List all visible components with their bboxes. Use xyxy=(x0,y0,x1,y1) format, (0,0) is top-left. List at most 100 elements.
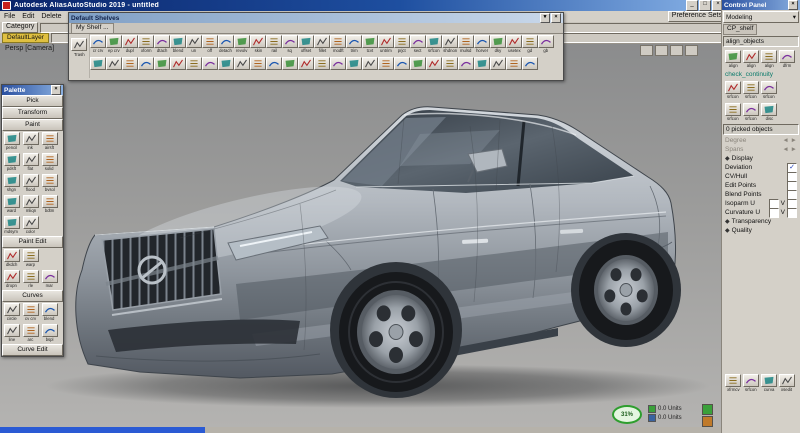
shelf-tool-modft[interactable]: modft xyxy=(330,34,346,56)
palette-section-paint-edit[interactable]: Paint Edit xyxy=(2,236,63,248)
shelf2-tool-21[interactable] xyxy=(346,56,362,78)
shelf-tool-revolv[interactable]: revolv xyxy=(234,34,250,56)
shelf-tool-blend[interactable]: blend xyxy=(170,34,186,56)
palette-tool-color[interactable]: color xyxy=(21,215,40,236)
palette-tool-mar[interactable]: mar xyxy=(40,269,59,290)
shelf-tool-dky[interactable]: dky xyxy=(490,34,506,56)
cp-tool-dfrm[interactable]: dfrm xyxy=(778,49,796,69)
shelf2-tool-17[interactable] xyxy=(282,56,298,78)
palette-tool-mdsym[interactable]: mdsym xyxy=(2,215,21,236)
tab-my-shelf[interactable]: My Shelf ... xyxy=(71,23,114,33)
shelf-tool-trim[interactable]: trim xyxy=(346,34,362,56)
palette-tool-line[interactable]: line xyxy=(2,323,21,344)
shelf-tool-offset[interactable]: offset xyxy=(298,34,314,56)
maximize-button[interactable]: □ xyxy=(699,0,711,11)
shelf-tool-dtach[interactable]: dtach xyxy=(154,34,170,56)
menu-file[interactable]: File xyxy=(4,13,15,20)
shelf2-tool-30[interactable] xyxy=(490,56,506,78)
layout-icon[interactable] xyxy=(685,45,698,56)
shelf2-tool-12[interactable] xyxy=(202,56,218,78)
cp-tool-srfcon[interactable]: srfcon xyxy=(742,102,760,122)
shelf-tool-dupl[interactable]: dupl xyxy=(122,34,138,56)
grid-icon[interactable] xyxy=(670,45,683,56)
object-icon[interactable] xyxy=(702,416,713,427)
palette-tool-solid[interactable]: solid xyxy=(40,152,59,173)
palette-tool-mliqn[interactable]: mliqn xyxy=(21,194,40,215)
spans-stepper[interactable]: ◄ ► xyxy=(782,146,797,153)
palette-tool-dkdch[interactable]: dkdch xyxy=(2,248,21,269)
shelf-tool-sq[interactable]: sq xyxy=(282,34,298,56)
camera-icon[interactable] xyxy=(655,45,668,56)
shelf2-tool-23[interactable] xyxy=(378,56,394,78)
perspective-viewport[interactable]: Persp [Camera] xyxy=(0,34,722,427)
cp-tool-align[interactable]: align xyxy=(742,49,760,69)
shelf2-tool-10[interactable] xyxy=(170,56,186,78)
shelf-tool-shdnon[interactable]: shdnon xyxy=(442,34,458,56)
palette-tool-shgn[interactable]: shgn xyxy=(2,173,21,194)
checkbox-curvature-u-v[interactable] xyxy=(787,208,797,218)
shelf-tool-gd[interactable]: gd xyxy=(522,34,538,56)
palette-tool-cv-crv[interactable]: cv crv xyxy=(21,302,40,323)
shelf2-tool-25[interactable] xyxy=(410,56,426,78)
shelf2-tool-7[interactable] xyxy=(122,56,138,78)
viewport-camera-label[interactable]: Persp [Camera] xyxy=(5,45,54,52)
palette-tool-bspl[interactable]: bspl xyxy=(40,323,59,344)
shelf2-tool-22[interactable] xyxy=(362,56,378,78)
shelf2-tool-26[interactable] xyxy=(426,56,442,78)
shelf-tool-untrim[interactable]: untrim xyxy=(378,34,394,56)
palette-tool-pencil[interactable]: pencil xyxy=(2,131,21,152)
pane-split-icon[interactable] xyxy=(640,45,653,56)
shelf-tool-un[interactable]: un xyxy=(186,34,202,56)
shelf2-tool-32[interactable] xyxy=(522,56,538,78)
section-transparency[interactable]: ◆Transparency xyxy=(722,217,800,226)
shelf-tool-srfcon[interactable]: srfcon xyxy=(426,34,442,56)
palette-tool-ink[interactable]: ink xyxy=(21,131,40,152)
modeling-mode-dropdown[interactable]: Modeling ▾ xyxy=(723,11,799,23)
shelf-tool-tcvt[interactable]: tcvt xyxy=(362,34,378,56)
cp-bottom-tool-srfcon[interactable]: srfcon xyxy=(742,373,760,393)
shelf-tool-sect[interactable]: sect xyxy=(410,34,426,56)
palette-tool-pdsft[interactable]: pdsft xyxy=(2,152,21,173)
shelf-tool-detach[interactable]: detach xyxy=(218,34,234,56)
palette-tool-dropn[interactable]: dropn xyxy=(2,269,21,290)
cp-tool-align[interactable]: align xyxy=(760,49,778,69)
degree-stepper[interactable]: ◄ ► xyxy=(782,137,797,144)
taskbar-fragment[interactable] xyxy=(0,427,205,433)
palette-section-pick[interactable]: Pick xyxy=(2,95,63,107)
palette-tool-arc[interactable]: arc xyxy=(21,323,40,344)
cp-bottom-tool-curva[interactable]: curva xyxy=(760,373,778,393)
palette-section-curves[interactable]: Curves xyxy=(2,290,63,302)
cp-tool-disc[interactable]: disc xyxy=(760,102,778,122)
cp-tool-srfcon[interactable]: srfcon xyxy=(742,80,760,100)
shelf2-tool-16[interactable] xyxy=(266,56,282,78)
car-model-3d[interactable] xyxy=(0,34,722,427)
shelf2-tool-6[interactable] xyxy=(106,56,122,78)
shelf2-tool-15[interactable] xyxy=(250,56,266,78)
shelf2-tool-5[interactable] xyxy=(90,56,106,78)
shelf-tool-off[interactable]: off xyxy=(202,34,218,56)
cp-tool-srfcon[interactable]: srfcon xyxy=(724,80,742,100)
palette-section-transform[interactable]: Transform xyxy=(2,107,63,119)
front-wheel[interactable] xyxy=(339,272,453,392)
rear-wheel[interactable] xyxy=(579,240,673,340)
shelf-tool-skin[interactable]: skin xyxy=(250,34,266,56)
section-quality[interactable]: ◆Quality xyxy=(722,226,800,235)
cp-tool-srfcon[interactable]: srfcon xyxy=(724,102,742,122)
control-panel-titlebar[interactable]: Control Panel × xyxy=(722,0,800,10)
shelf-tool-ep-crv[interactable]: ep crv xyxy=(106,34,122,56)
palette-tool-flat[interactable]: flat xyxy=(21,152,40,173)
check-continuity-label[interactable]: check_continuity xyxy=(722,70,800,79)
shelf-tool-fillet[interactable]: fillet xyxy=(314,34,330,56)
cp-bottom-tool-xsedit[interactable]: xsedit xyxy=(778,373,796,393)
cp-tool-srfcon[interactable]: srfcon xyxy=(760,80,778,100)
menu-edit[interactable]: Edit xyxy=(22,13,34,20)
cp-bottom-tool-xfrmcv[interactable]: xfrmcv xyxy=(724,373,742,393)
shelf2-tool-8[interactable] xyxy=(138,56,154,78)
palette-tool-bdtm[interactable]: bdtm xyxy=(40,194,59,215)
preference-sets-button[interactable]: Preference Sets xyxy=(668,11,726,22)
shelf-tool-horver[interactable]: horver xyxy=(474,34,490,56)
shelf2-tool-14[interactable] xyxy=(234,56,250,78)
palette-tool-ward[interactable]: ward xyxy=(2,194,21,215)
shelf2-tool-9[interactable] xyxy=(154,56,170,78)
shelf2-tool-20[interactable] xyxy=(330,56,346,78)
